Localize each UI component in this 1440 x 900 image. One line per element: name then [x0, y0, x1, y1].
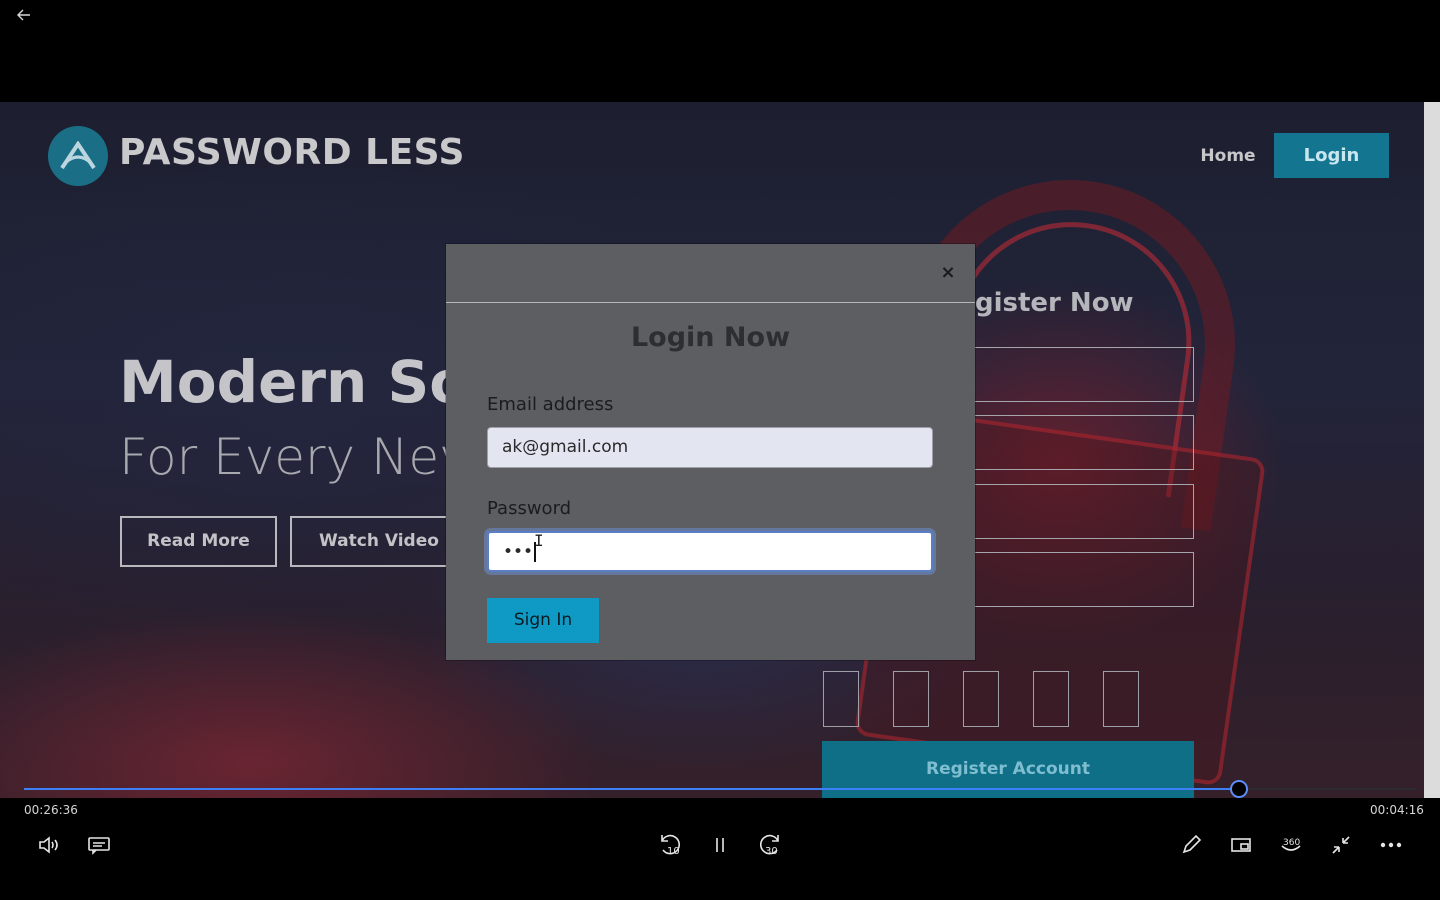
watch-video-button[interactable]: Watch Video [290, 516, 460, 567]
hero-title: Modern Sol [119, 348, 449, 416]
register-field-1[interactable] [960, 347, 1194, 402]
top-bar [0, 0, 1440, 102]
subtitles-icon[interactable] [85, 832, 113, 858]
register-field-2[interactable] [960, 415, 1194, 470]
otp-box[interactable] [963, 671, 999, 727]
text-cursor-icon: I [534, 531, 544, 550]
skip-forward-label: 30 [765, 846, 778, 857]
seek-bar[interactable] [24, 788, 1416, 790]
register-title: gister Now [975, 288, 1134, 318]
register-field-4[interactable] [960, 552, 1194, 607]
email-field[interactable]: ak@gmail.com [487, 427, 933, 468]
site-title: PASSWORD LESS [119, 132, 465, 173]
password-field[interactable]: ••• [487, 531, 933, 572]
time-elapsed: 00:26:36 [24, 803, 78, 817]
email-label: Email address [487, 394, 614, 415]
password-value: ••• [503, 542, 534, 562]
video-scrollbar[interactable] [1424, 102, 1440, 798]
register-field-3[interactable] [960, 484, 1194, 539]
login-modal: × Login Now Email address ak@gmail.com P… [446, 244, 975, 660]
hero-subtitle: For Every Nev [119, 428, 449, 486]
skip-back-icon[interactable]: 10 [656, 832, 684, 858]
seek-progress [24, 788, 1239, 790]
close-icon[interactable]: × [940, 262, 956, 284]
more-options-icon[interactable] [1377, 832, 1405, 858]
sign-in-button[interactable]: Sign In [487, 598, 599, 643]
modal-title: Login Now [630, 322, 791, 353]
skip-back-label: 10 [667, 846, 680, 857]
read-more-button[interactable]: Read More [120, 516, 277, 567]
pause-icon[interactable] [706, 832, 734, 858]
back-arrow-icon[interactable] [12, 4, 36, 26]
otp-box[interactable] [1033, 671, 1069, 727]
nav-home-link[interactable]: Home [1186, 144, 1270, 168]
otp-box[interactable] [823, 671, 859, 727]
exit-fullscreen-icon[interactable] [1327, 832, 1355, 858]
password-label: Password [487, 498, 572, 519]
otp-box[interactable] [1103, 671, 1139, 727]
time-remaining: 00:04:16 [1370, 803, 1424, 817]
svg-text:360: 360 [1283, 838, 1300, 848]
otp-box[interactable] [893, 671, 929, 727]
skip-forward-icon[interactable]: 30 [756, 832, 784, 858]
volume-icon[interactable] [35, 832, 63, 858]
modal-header: × [446, 244, 975, 303]
nav-login-button[interactable]: Login [1274, 133, 1389, 178]
360-icon[interactable]: 360 [1277, 832, 1305, 858]
site-logo-icon [48, 126, 108, 186]
seek-thumb[interactable] [1230, 780, 1248, 798]
miniplayer-icon[interactable] [1227, 832, 1255, 858]
pen-icon[interactable] [1177, 832, 1205, 858]
